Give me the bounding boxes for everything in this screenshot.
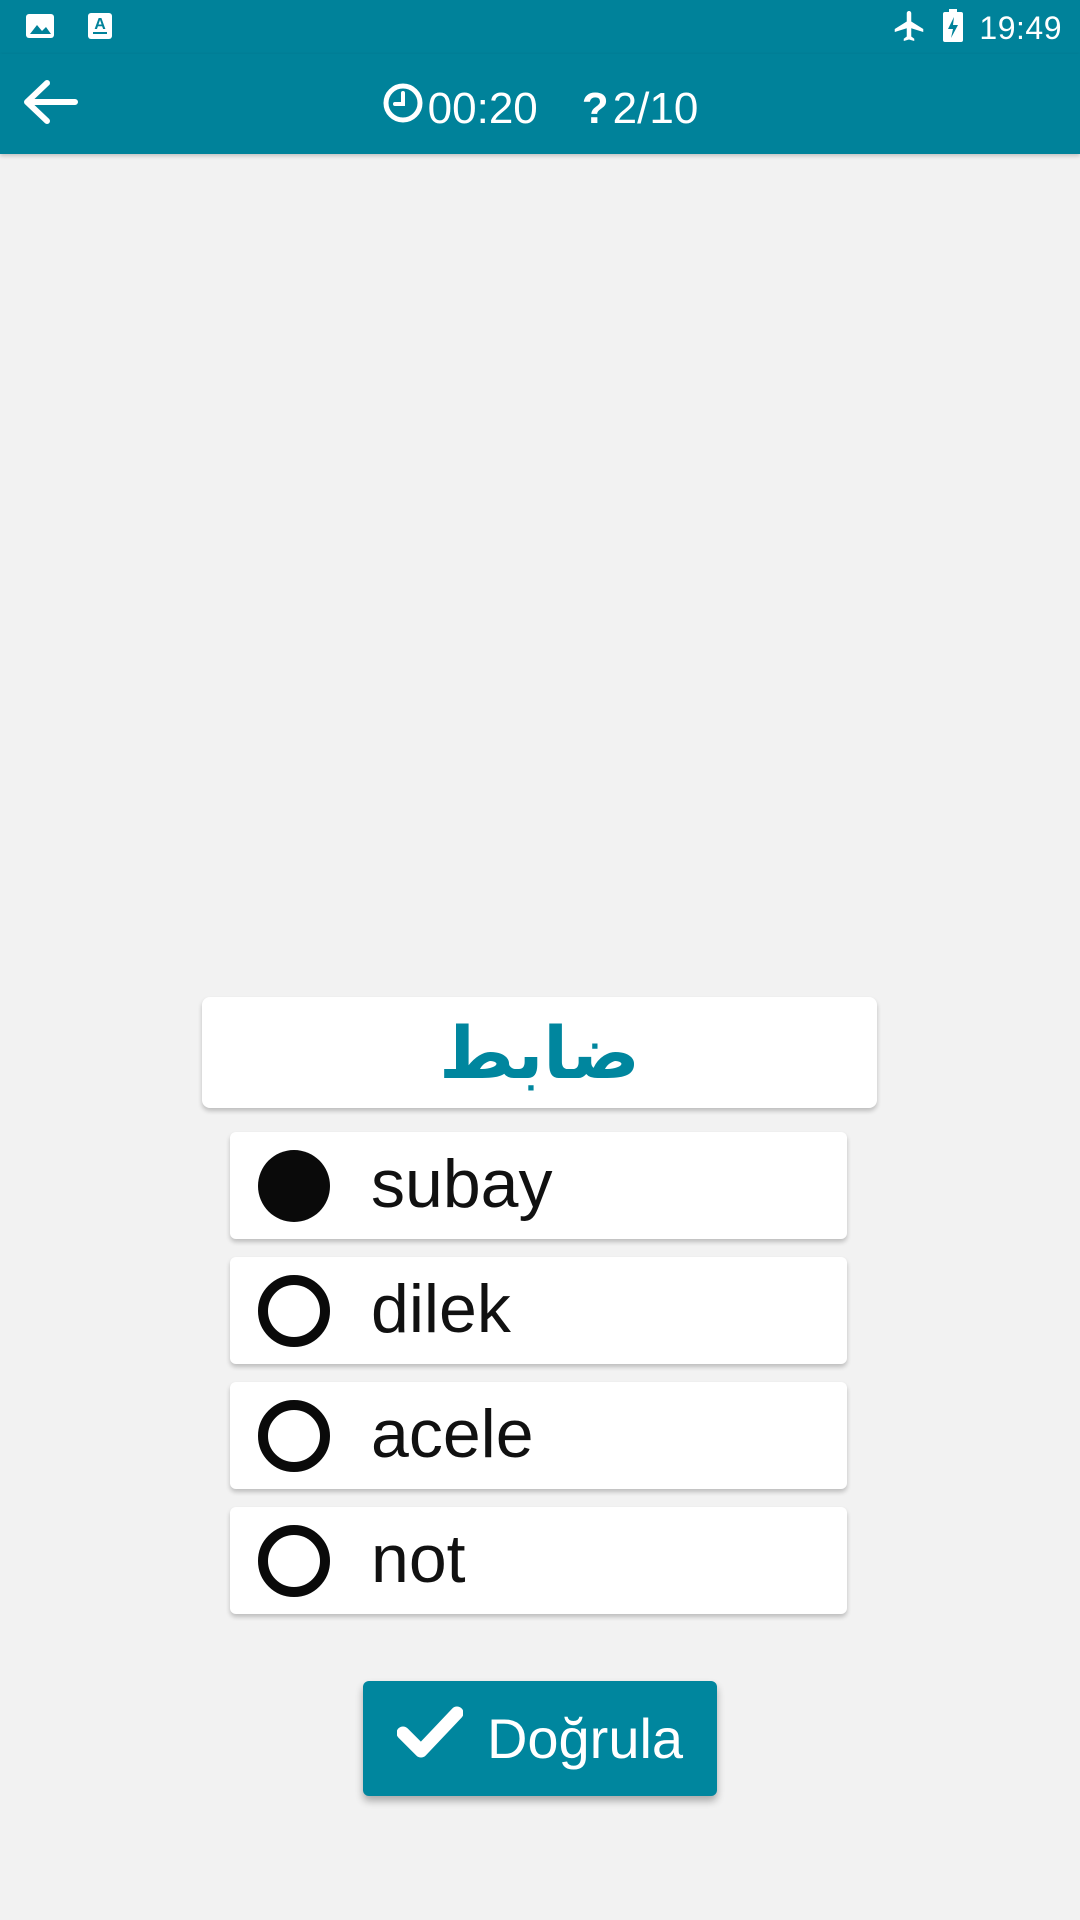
option-label: dilek xyxy=(371,1271,511,1347)
text-a-icon: A xyxy=(86,10,114,47)
question-mark-icon: ? xyxy=(581,83,609,133)
checkmark-icon xyxy=(396,1705,464,1772)
clock-icon xyxy=(382,82,424,135)
radio-unselected-icon xyxy=(257,1399,331,1473)
app-bar: 00:20 ? 2/10 xyxy=(0,54,1080,154)
battery-charging-icon xyxy=(941,8,965,49)
status-bar: A 19:49 xyxy=(0,0,1080,54)
radio-unselected-icon xyxy=(257,1524,331,1598)
question-word-card: ضابط xyxy=(202,997,877,1108)
option-label: subay xyxy=(371,1146,553,1222)
svg-text:A: A xyxy=(94,16,106,33)
option-acele[interactable]: acele xyxy=(230,1382,847,1489)
airplane-icon xyxy=(891,8,927,49)
timer-value: 00:20 xyxy=(427,83,538,133)
radio-unselected-icon xyxy=(257,1274,331,1348)
question-word: ضابط xyxy=(439,1010,640,1095)
verify-button-label: Doğrula xyxy=(486,1707,684,1770)
radio-selected-icon xyxy=(257,1149,331,1223)
timer: 00:20 xyxy=(382,82,538,135)
progress-value: 2/10 xyxy=(612,83,699,133)
option-subay[interactable]: subay xyxy=(230,1132,847,1239)
question-progress: ? 2/10 xyxy=(582,84,699,134)
status-clock: 19:49 xyxy=(979,10,1062,46)
option-not[interactable]: not xyxy=(230,1507,847,1614)
image-icon xyxy=(24,10,56,47)
option-label: acele xyxy=(371,1396,534,1472)
verify-button[interactable]: Doğrula xyxy=(363,1681,717,1796)
option-label: not xyxy=(371,1521,466,1597)
option-dilek[interactable]: dilek xyxy=(230,1257,847,1364)
